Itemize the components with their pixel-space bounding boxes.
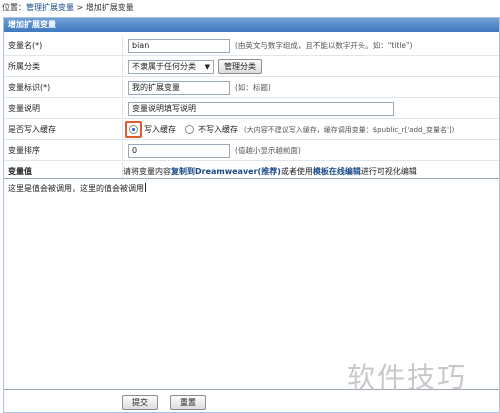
add-var-panel: 增加扩展变量 变量名(*) bian (由英文与数字组成，且不能以数字开头。如：…: [3, 17, 500, 413]
submit-button[interactable]: 提交: [122, 395, 158, 410]
var-title-label: 变量标识(*): [8, 83, 51, 92]
sort-hint: (值越小显示越前面): [235, 146, 301, 155]
sort-input[interactable]: 0: [128, 144, 230, 158]
breadcrumb-current: 增加扩展变量: [85, 3, 134, 12]
text-caret: [145, 183, 146, 192]
var-desc-label: 变量说明: [8, 104, 40, 113]
cache-no-label[interactable]: 不写入缓存: [198, 120, 238, 140]
cache-yes-label[interactable]: 写入缓存: [144, 120, 176, 140]
breadcrumb-separator: >: [74, 3, 86, 12]
row-var-title: 变量标识(*) 我的扩展变量 (如：标题): [4, 78, 499, 98]
row-var-desc: 变量说明 变量说明填写说明: [4, 99, 499, 119]
panel-title: 增加扩展变量: [4, 18, 499, 32]
var-name-hint: (由英文与数字组成，且不能以数字开头。如："title"): [235, 41, 413, 50]
reset-button[interactable]: 重置: [170, 395, 206, 410]
category-cell: 不隶属于任何分类 ▼ 管理分类: [122, 57, 499, 77]
var-title-cell: 我的扩展变量 (如：标题): [122, 78, 499, 98]
var-name-cell: bian (由英文与数字组成，且不能以数字开头。如："title"): [122, 36, 499, 56]
row-cache: 是否写入缓存 写入缓存 不写入缓存 (大内容不建议写入缓存，缓存调用变量：$pu…: [4, 120, 499, 140]
var-desc-cell: 变量说明填写说明: [122, 99, 499, 119]
category-select[interactable]: 不隶属于任何分类 ▼: [128, 60, 214, 74]
cache-yes-radio[interactable]: [129, 125, 138, 134]
row-category: 所属分类 不隶属于任何分类 ▼ 管理分类: [4, 57, 499, 77]
breadcrumb-link-manage-vars[interactable]: 管理扩展变量: [26, 3, 74, 12]
var-name-label: 变量名(*): [8, 41, 43, 50]
var-desc-input[interactable]: 变量说明填写说明: [128, 102, 394, 116]
value-tip-after: 进行可视化编辑: [360, 167, 417, 176]
var-title-input[interactable]: 我的扩展变量: [128, 81, 230, 95]
row-sort: 变量排序 0 (值越小显示越前面): [4, 141, 499, 161]
copy-to-dreamweaver-link[interactable]: 复制到Dreamweaver(推荐): [171, 167, 281, 176]
value-tip-before: 请将变量内容: [123, 167, 171, 176]
value-text: 这里是值会被调用，这里的值会被调用: [8, 184, 144, 193]
cache-no-radio[interactable]: [185, 125, 194, 134]
var-title-hint: (如：标题): [235, 83, 271, 92]
category-selected-value: 不隶属于任何分类: [132, 62, 196, 71]
dropdown-arrow-icon: ▼: [204, 63, 210, 71]
row-var-name: 变量名(*) bian (由英文与数字组成，且不能以数字开头。如："title"…: [4, 36, 499, 56]
watermark: 软件技巧: [347, 361, 468, 394]
value-tip-middle: 或者使用: [280, 167, 313, 176]
var-name-input[interactable]: bian: [128, 39, 230, 53]
sort-label: 变量排序: [8, 146, 40, 155]
template-online-edit-link[interactable]: 模板在线编辑: [313, 167, 361, 176]
cache-cell: 写入缓存 不写入缓存 (大内容不建议写入缓存，缓存调用变量：$public_r[…: [122, 120, 499, 140]
breadcrumb-prefix: 位置：: [2, 3, 26, 12]
breadcrumb: 位置：管理扩展变量 > 增加扩展变量: [2, 2, 134, 14]
sort-cell: 0 (值越小显示越前面): [122, 141, 499, 161]
category-label: 所属分类: [8, 62, 40, 71]
cache-label: 是否写入缓存: [8, 125, 56, 134]
cache-hint: (大内容不建议写入缓存，缓存调用变量：$public_r['add_变量名']): [244, 126, 455, 134]
value-textarea-content: 这里是值会被调用，这里的值会被调用: [8, 183, 146, 194]
manage-category-button[interactable]: 管理分类: [218, 59, 262, 74]
